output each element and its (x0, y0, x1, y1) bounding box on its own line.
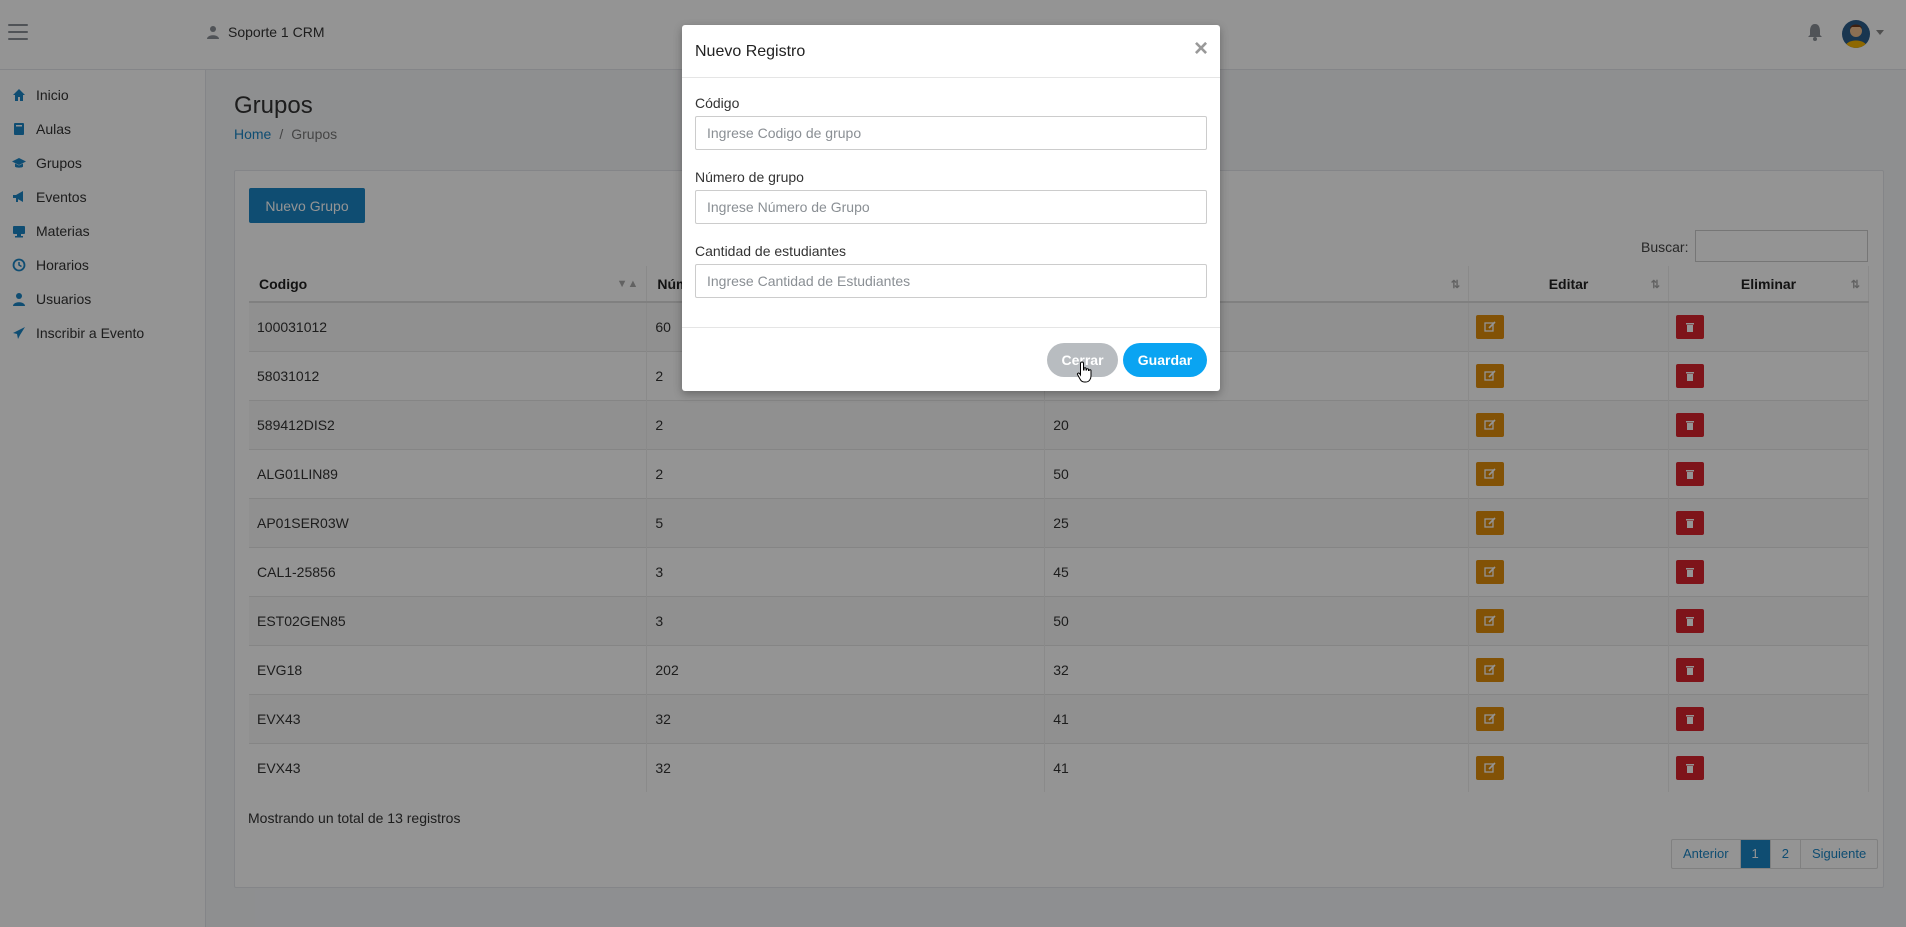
modal-title: Nuevo Registro (695, 43, 806, 60)
new-record-modal: Nuevo Registro × Código Número de grupo … (682, 25, 1220, 391)
cantidad-estudiantes-label: Cantidad de estudiantes (695, 243, 846, 259)
modal-footer-divider (682, 327, 1220, 328)
codigo-label: Código (695, 95, 740, 111)
numero-grupo-input[interactable] (695, 190, 1207, 224)
cantidad-estudiantes-input[interactable] (695, 264, 1207, 298)
numero-grupo-label: Número de grupo (695, 169, 804, 185)
modal-header: Nuevo Registro × (682, 25, 1220, 78)
mouse-cursor-hand-icon (1076, 361, 1092, 383)
close-icon[interactable]: × (1194, 37, 1208, 61)
save-button[interactable]: Guardar (1123, 343, 1207, 377)
codigo-input[interactable] (695, 116, 1207, 150)
